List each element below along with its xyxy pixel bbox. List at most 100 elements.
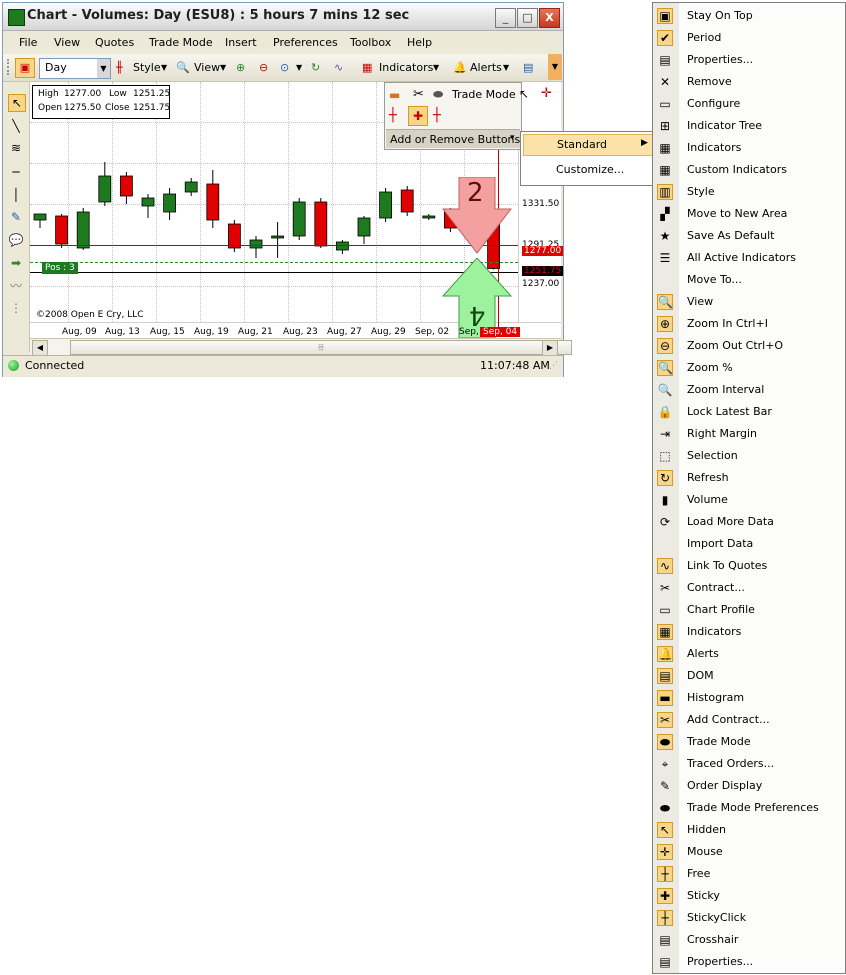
note-icon[interactable]: ✎: [8, 209, 24, 225]
menu-insert[interactable]: Insert: [225, 36, 257, 49]
menu-item[interactable]: ⊞ Indicator Tree: [653, 115, 845, 137]
free-crosshair-icon[interactable]: ┼: [389, 108, 397, 123]
menu-item[interactable]: Move To...: [653, 269, 845, 291]
menu-item-customize[interactable]: Customize...: [523, 160, 652, 180]
menu-item[interactable]: ✎ Order Display: [653, 775, 845, 797]
trade-mode-button[interactable]: Trade Mode: [452, 88, 516, 101]
menu-item[interactable]: 🔔 Alerts: [653, 643, 845, 665]
menu-item[interactable]: ▥ Style: [653, 181, 845, 203]
zoom-dropdown-icon[interactable]: ▼: [296, 63, 302, 72]
mouse-crosshair-icon[interactable]: ✛: [541, 86, 552, 101]
menu-item[interactable]: ▦ Custom Indicators: [653, 159, 845, 181]
maximize-button[interactable]: □: [517, 8, 538, 28]
menu-item[interactable]: 🔍 Zoom %: [653, 357, 845, 379]
menu-item[interactable]: ∿ Link To Quotes: [653, 555, 845, 577]
alerts-dropdown-icon[interactable]: ▼: [503, 63, 509, 72]
menu-trade-mode[interactable]: Trade Mode: [149, 36, 213, 49]
menu-item[interactable]: ↖ Hidden: [653, 819, 845, 841]
period-icon[interactable]: ▣: [15, 58, 35, 78]
menu-item[interactable]: ▭ Configure: [653, 93, 845, 115]
menu-item[interactable]: ▤ Crosshair: [653, 929, 845, 951]
menu-item[interactable]: 🔍 Zoom Interval: [653, 379, 845, 401]
menu-item[interactable]: ▦ Indicators: [653, 621, 845, 643]
menu-item[interactable]: ↻ Refresh: [653, 467, 845, 489]
menu-item[interactable]: ▤ Properties...: [653, 951, 845, 973]
menu-item[interactable]: ▤ Properties...: [653, 49, 845, 71]
menu-item[interactable]: ⬬ Trade Mode Preferences: [653, 797, 845, 819]
style-button[interactable]: Style: [133, 61, 161, 74]
menu-item[interactable]: ✂ Add Contract...: [653, 709, 845, 731]
wave-icon[interactable]: 〰: [8, 278, 24, 294]
arrow-right-icon[interactable]: ➡: [8, 255, 24, 271]
toolbar-grip[interactable]: [7, 59, 12, 75]
menu-preferences[interactable]: Preferences: [273, 36, 338, 49]
minimize-button[interactable]: _: [495, 8, 516, 28]
view-button[interactable]: View: [194, 61, 220, 74]
histogram-icon[interactable]: ▬: [389, 88, 400, 102]
menu-item[interactable]: ✛ Mouse: [653, 841, 845, 863]
menu-item[interactable]: ⇥ Right Margin: [653, 423, 845, 445]
menu-item[interactable]: ┼ StickyClick: [653, 907, 845, 929]
scroll-thumb[interactable]: ⦙⦙⦙: [70, 340, 572, 355]
menu-item[interactable]: ✕ Remove: [653, 71, 845, 93]
callout-icon[interactable]: 💬: [8, 232, 24, 248]
scroll-left-button[interactable]: ◀: [32, 340, 48, 356]
more-tools-icon[interactable]: ⋮: [8, 300, 24, 316]
sticky-icon[interactable]: ✚: [408, 106, 428, 126]
menu-quotes[interactable]: Quotes: [95, 36, 134, 49]
menu-toolbox[interactable]: Toolbox: [350, 36, 391, 49]
horizontal-scrollbar[interactable]: ◀ ⦙⦙⦙ ▶: [30, 338, 572, 356]
menu-item[interactable]: ☰ All Active Indicators: [653, 247, 845, 269]
menu-item[interactable]: ┼ Free: [653, 863, 845, 885]
title-bar[interactable]: Chart - Volumes: Day (ESU8) : 5 hours 7 …: [3, 3, 563, 31]
menu-item[interactable]: Import Data: [653, 533, 845, 555]
menu-item[interactable]: ⬬ Trade Mode: [653, 731, 845, 753]
menu-item[interactable]: 🔍 View: [653, 291, 845, 313]
menu-view[interactable]: View: [54, 36, 80, 49]
horizontal-line-icon[interactable]: ─: [8, 164, 24, 180]
indicators-dropdown-icon[interactable]: ▼: [433, 63, 439, 72]
zoom-percent-icon[interactable]: ⊙: [280, 61, 289, 74]
menu-item-standard[interactable]: Standard ▶: [523, 134, 654, 156]
channel-icon[interactable]: ≋: [8, 140, 24, 156]
menu-help[interactable]: Help: [407, 36, 432, 49]
trend-line-icon[interactable]: ╲: [8, 118, 24, 134]
menu-item[interactable]: ▭ Chart Profile: [653, 599, 845, 621]
dom-icon[interactable]: ▤: [523, 61, 533, 74]
menu-item[interactable]: ✂ Contract...: [653, 577, 845, 599]
menu-item[interactable]: ⊕ Zoom In Ctrl+I: [653, 313, 845, 335]
menu-item[interactable]: ⌖ Traced Orders...: [653, 753, 845, 775]
menu-item[interactable]: ⟳ Load More Data: [653, 511, 845, 533]
menu-file[interactable]: File: [19, 36, 37, 49]
sticky-click-icon[interactable]: ┼: [433, 108, 441, 123]
link-quotes-icon[interactable]: ∿: [334, 61, 343, 74]
toolbar-overflow-button[interactable]: ▼: [548, 54, 562, 80]
add-remove-buttons[interactable]: Add or Remove Buttons ▾: [386, 129, 520, 148]
menu-item[interactable]: ⬚ Selection: [653, 445, 845, 467]
alerts-button[interactable]: Alerts: [470, 61, 502, 74]
close-button[interactable]: X: [539, 8, 560, 28]
vertical-line-icon[interactable]: │: [8, 187, 24, 203]
zoom-in-icon[interactable]: ⊕: [236, 61, 245, 74]
add-contract-icon[interactable]: ✂: [413, 87, 424, 102]
menu-item[interactable]: ▞ Move to New Area: [653, 203, 845, 225]
menu-item[interactable]: ▤ DOM: [653, 665, 845, 687]
menu-item[interactable]: ▣ Stay On Top: [653, 5, 845, 27]
indicators-button[interactable]: Indicators: [379, 61, 433, 74]
cursor-icon[interactable]: ↖: [8, 94, 26, 112]
menu-item[interactable]: ▦ Indicators: [653, 137, 845, 159]
view-dropdown-icon[interactable]: ▼: [220, 63, 226, 72]
menu-item[interactable]: ▮ Volume: [653, 489, 845, 511]
menu-item[interactable]: ✚ Sticky: [653, 885, 845, 907]
refresh-icon[interactable]: ↻: [311, 61, 320, 74]
menu-item[interactable]: ★ Save As Default: [653, 225, 845, 247]
menu-item[interactable]: ✔ Period: [653, 27, 845, 49]
menu-item[interactable]: 🔒 Lock Latest Bar: [653, 401, 845, 423]
scroll-right-button[interactable]: ▶: [542, 340, 558, 356]
zoom-out-icon[interactable]: ⊖: [259, 61, 268, 74]
period-select[interactable]: Day ▼: [39, 58, 111, 79]
menu-item[interactable]: ⊖ Zoom Out Ctrl+O: [653, 335, 845, 357]
resize-grip-icon[interactable]: ⋰: [549, 361, 558, 371]
cursor-icon[interactable]: ↖: [519, 87, 529, 101]
style-dropdown-icon[interactable]: ▼: [161, 63, 167, 72]
